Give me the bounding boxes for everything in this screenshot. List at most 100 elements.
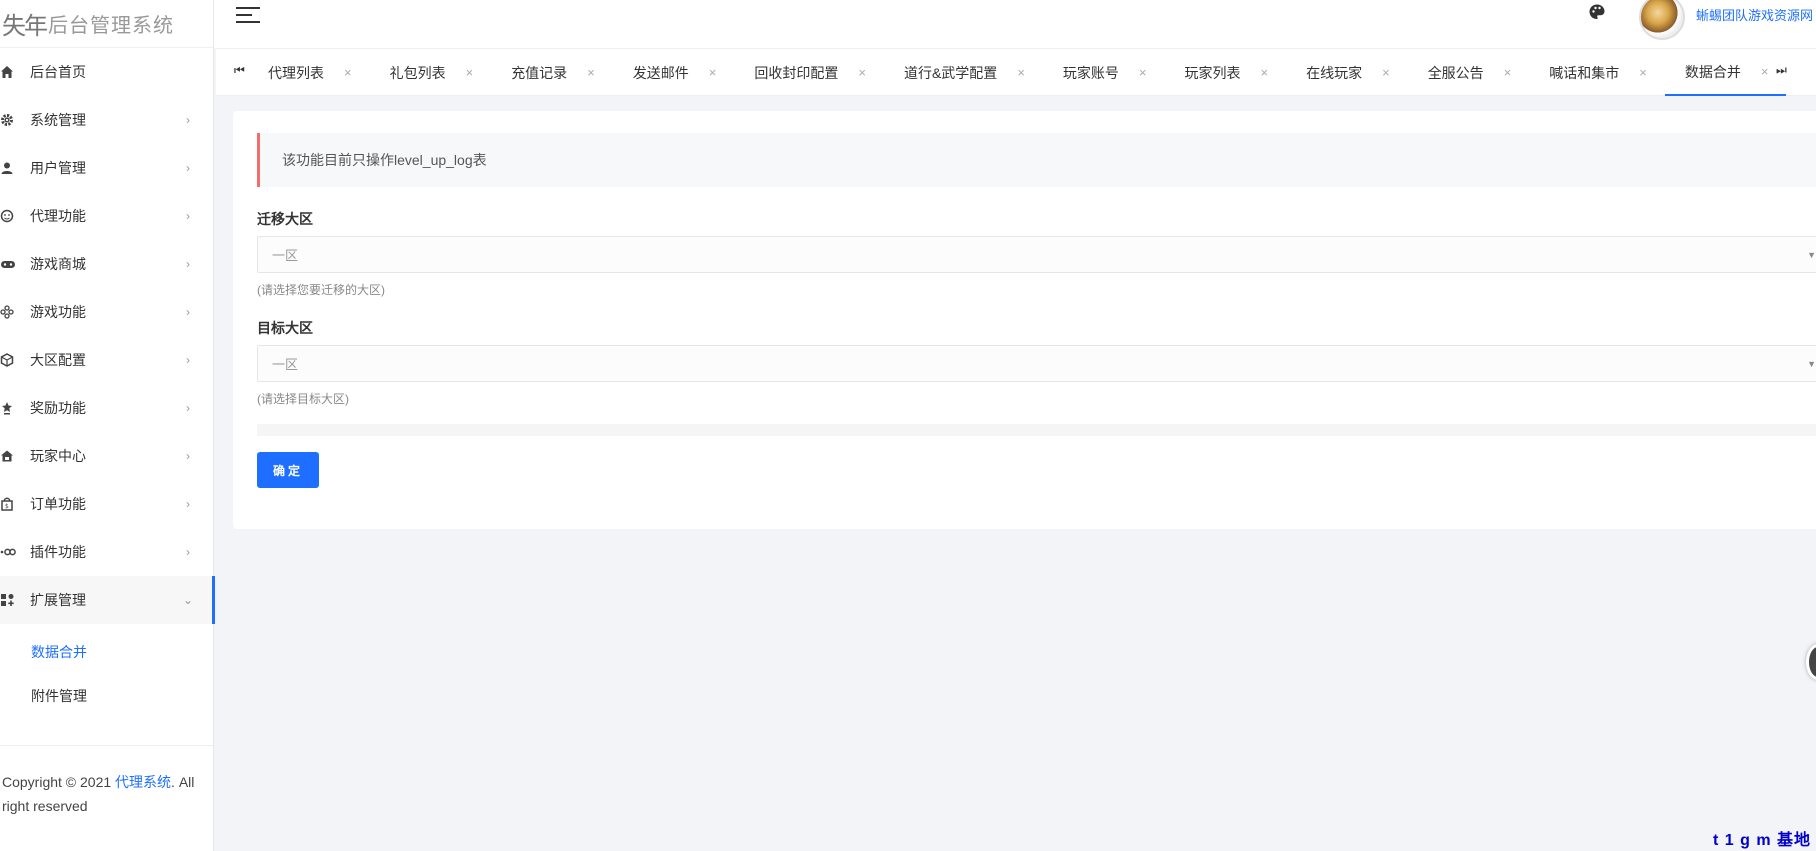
tab-label: 在线玩家 xyxy=(1306,64,1363,81)
logo[interactable]: 失年 后台管理系统 xyxy=(0,0,213,48)
avatar[interactable] xyxy=(1639,0,1685,40)
copyright-link[interactable]: 代理系统 xyxy=(115,774,171,790)
menu-toggle-icon[interactable] xyxy=(236,7,260,27)
chevron-right-icon: › xyxy=(186,305,190,319)
sidebar-footer: Copyright © 2021 代理系统. All right reserve… xyxy=(0,745,213,818)
trophy-icon xyxy=(0,401,30,415)
sidebar-subitem-attachments[interactable]: 附件管理 xyxy=(0,674,213,718)
sidebar-submenu-extension: 数据合并 附件管理 xyxy=(0,624,213,718)
copyright-prefix: Copyright © 2021 xyxy=(2,774,116,790)
app-title: 后台管理系统 xyxy=(48,15,174,37)
source-region-label: 迁移大区 xyxy=(257,211,313,227)
sidebar-menu: 后台首页 系统管理 › 用户管理 › 代理功能 › 游戏商城 › 游戏功能 › xyxy=(0,48,215,624)
sidebar-item-label: 扩展管理 xyxy=(30,592,86,608)
data-merge-card: 该功能目前只操作level_up_log表 迁移大区 一区 ▼ (请选择您要迁移… xyxy=(233,111,1816,529)
source-region-value: 一区 xyxy=(272,248,299,263)
floating-widget[interactable] xyxy=(1806,644,1816,680)
tab-label: 代理列表 xyxy=(268,64,324,81)
close-icon[interactable]: × xyxy=(1241,65,1287,80)
tabs: 代理列表 × 礼包列表 × 充值记录 × 发送邮件 × 回收封印配置 × 道行&武学配置 ×… xyxy=(248,49,1787,96)
sidebar-item-agent[interactable]: 代理功能 › xyxy=(0,192,213,240)
confirm-button[interactable]: 确定 xyxy=(257,452,319,488)
bag-icon: $ xyxy=(0,497,30,511)
close-icon[interactable]: × xyxy=(838,65,884,80)
close-icon[interactable]: × xyxy=(689,65,735,80)
close-icon[interactable]: × xyxy=(1119,65,1165,80)
tab-agent-list[interactable]: 代理列表 × xyxy=(248,49,370,96)
sidebar-item-system[interactable]: 系统管理 › xyxy=(0,96,213,144)
tab-player-list[interactable]: 玩家列表 × xyxy=(1165,49,1287,96)
sidebar-subitem-data-merge[interactable]: 数据合并 xyxy=(0,630,213,674)
close-icon[interactable]: × xyxy=(1362,65,1408,80)
tab-gift-list[interactable]: 礼包列表 × xyxy=(370,49,492,96)
sidebar-item-player[interactable]: 玩家中心 › xyxy=(0,432,213,480)
sidebar-item-game[interactable]: 游戏功能 › xyxy=(0,288,213,336)
source-region-select[interactable]: 一区 ▼ xyxy=(257,236,1816,273)
logo-mark: 失年 xyxy=(2,12,48,39)
tabs-next-icon[interactable]: ⏭ xyxy=(1776,63,1787,78)
chevron-right-icon: › xyxy=(186,497,190,511)
close-icon[interactable]: × xyxy=(1619,65,1665,80)
target-region-select[interactable]: 一区 ▼ xyxy=(257,345,1816,382)
sidebar-item-home[interactable]: 后台首页 xyxy=(0,48,213,96)
sidebar-item-reward[interactable]: 奖励功能 › xyxy=(0,384,213,432)
tab-data-merge[interactable]: 数据合并 × xyxy=(1664,49,1787,96)
close-icon[interactable]: × xyxy=(324,65,370,80)
tab-label: 道行&武学配置 xyxy=(903,64,998,81)
link-icon xyxy=(0,545,30,559)
username[interactable]: 蜥蜴团队游戏资源网 xyxy=(1696,5,1813,24)
sidebar-item-label: 大区配置 xyxy=(30,352,86,368)
close-icon[interactable]: × xyxy=(997,65,1043,80)
chevron-right-icon: › xyxy=(186,401,190,415)
caret-down-icon: ▼ xyxy=(1807,358,1816,369)
sidebar-item-order[interactable]: $ 订单功能 › xyxy=(0,480,213,528)
sidebar-item-label: 奖励功能 xyxy=(30,400,86,416)
joystick-icon xyxy=(0,305,30,319)
sidebar-item-region[interactable]: 大区配置 › xyxy=(0,336,213,384)
tab-label: 喊话和集市 xyxy=(1549,64,1620,81)
tab-send-mail[interactable]: 发送邮件 × xyxy=(613,49,735,96)
tab-label: 玩家账号 xyxy=(1062,64,1119,81)
gamepad-icon xyxy=(0,257,30,271)
tab-player-accounts[interactable]: 玩家账号 × xyxy=(1043,49,1165,96)
tab-label: 回收封印配置 xyxy=(754,64,839,81)
tab-announcement[interactable]: 全服公告 × xyxy=(1408,49,1530,96)
user-icon xyxy=(0,161,30,175)
watermark: t 1 g m 基地 xyxy=(1713,832,1812,849)
sidebar-item-label: 插件功能 xyxy=(30,544,86,560)
gear-icon xyxy=(0,113,30,127)
tabs-prev-icon[interactable]: ⏮ xyxy=(234,63,245,78)
tab-recharge[interactable]: 充值记录 × xyxy=(491,49,613,96)
close-icon[interactable]: × xyxy=(446,65,492,80)
chevron-right-icon: › xyxy=(186,353,190,367)
tab-shout-market[interactable]: 喊话和集市 × xyxy=(1529,49,1665,96)
cube-icon xyxy=(0,353,30,367)
sidebar-item-extension[interactable]: 扩展管理 ⌄ xyxy=(0,576,215,624)
chevron-right-icon: › xyxy=(186,545,190,559)
sidebar-item-label: 订单功能 xyxy=(30,496,86,512)
tab-recycle-seal[interactable]: 回收封印配置 × xyxy=(734,49,884,96)
tab-label: 发送邮件 xyxy=(632,64,689,81)
tab-skill-config[interactable]: 道行&武学配置 × xyxy=(884,49,1043,96)
sidebar-item-plugin[interactable]: 插件功能 › xyxy=(0,528,213,576)
form-divider xyxy=(257,424,1816,436)
sidebar-item-label: 系统管理 xyxy=(30,112,86,128)
source-region-hint: (请选择您要迁移的大区) xyxy=(257,283,385,297)
tab-online-players[interactable]: 在线玩家 × xyxy=(1286,49,1408,96)
tab-label: 数据合并 xyxy=(1684,63,1741,80)
target-region-value: 一区 xyxy=(272,357,299,372)
sidebar-item-label: 用户管理 xyxy=(30,160,86,176)
chevron-down-icon: ⌄ xyxy=(182,593,194,607)
sidebar-item-label: 游戏商城 xyxy=(30,256,86,272)
chevron-right-icon: › xyxy=(186,257,190,271)
caret-down-icon: ▼ xyxy=(1807,249,1816,260)
close-icon[interactable]: × xyxy=(567,65,613,80)
home-icon xyxy=(0,65,30,79)
sidebar-item-shop[interactable]: 游戏商城 › xyxy=(0,240,213,288)
sidebar-item-users[interactable]: 用户管理 › xyxy=(0,144,213,192)
sidebar: 失年 后台管理系统 后台首页 系统管理 › 用户管理 › 代理功能 › 游戏商城… xyxy=(0,0,215,851)
chevron-right-icon: › xyxy=(186,209,190,223)
tab-label: 玩家列表 xyxy=(1184,64,1241,81)
close-icon[interactable]: × xyxy=(1484,65,1530,80)
palette-icon[interactable] xyxy=(1588,3,1606,26)
